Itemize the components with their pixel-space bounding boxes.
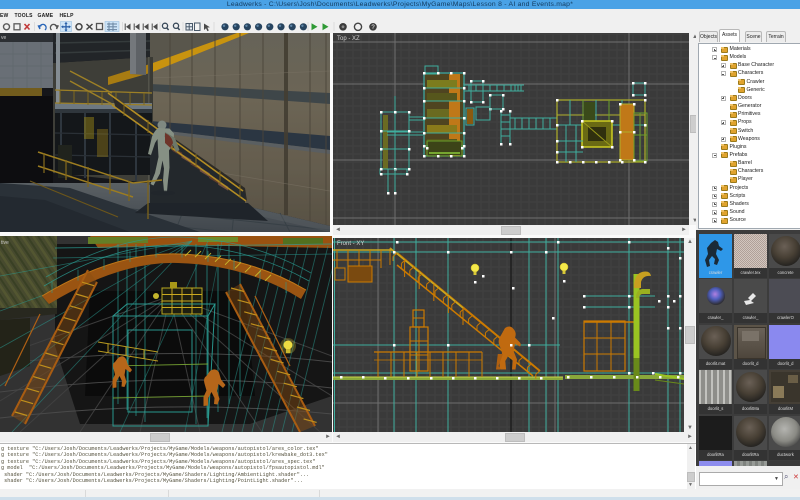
svg-text:ve: ve: [1, 35, 7, 41]
svg-text:Top - XZ: Top - XZ: [337, 36, 360, 42]
svg-text:tive: tive: [1, 240, 9, 246]
svg-text:Front - XY: Front - XY: [337, 241, 364, 247]
